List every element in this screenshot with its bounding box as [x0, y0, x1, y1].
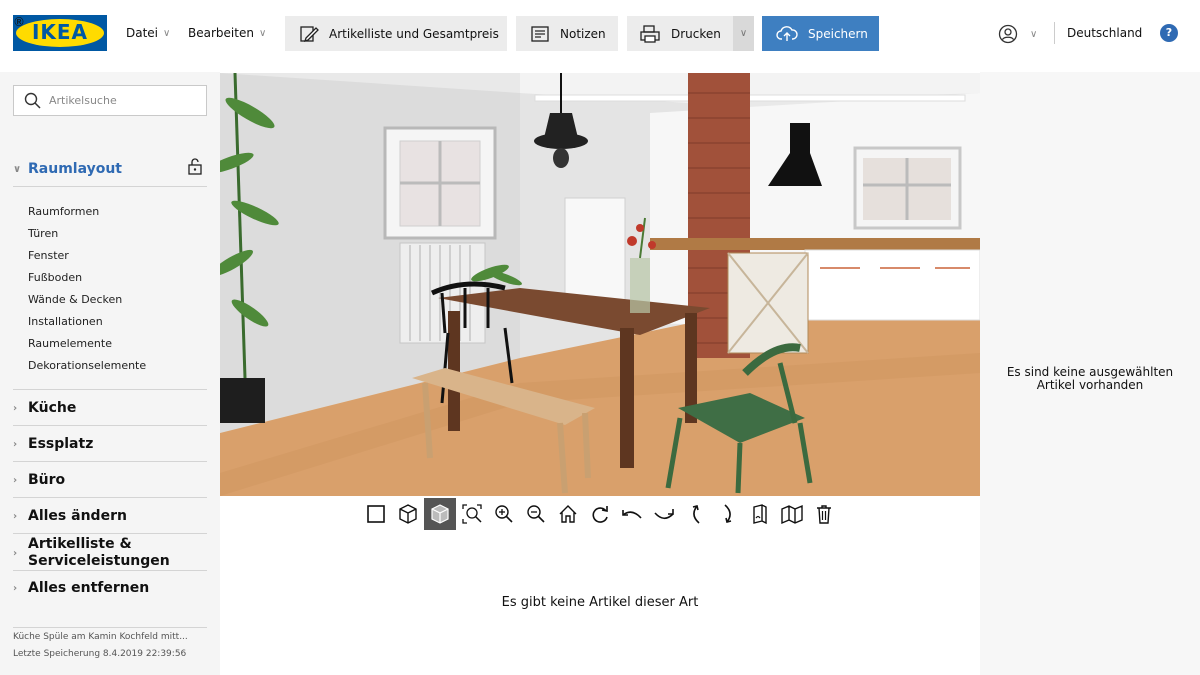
menu-datei[interactable]: Datei ∨	[126, 26, 170, 40]
section-kueche[interactable]: › Küche	[13, 400, 207, 416]
orbit-left-icon[interactable]	[616, 498, 648, 530]
divider	[13, 425, 207, 426]
sidebar-item-tueren[interactable]: Türen	[28, 227, 58, 240]
menu-bearbeiten-label: Bearbeiten	[188, 26, 254, 40]
no-selection-message: Es sind keine ausgewählten Artikel vorha…	[980, 366, 1200, 392]
last-saved: Letzte Speicherung 8.4.2019 22:39:56	[13, 649, 187, 659]
section-essplatz[interactable]: › Essplatz	[13, 436, 207, 452]
view-toolbar	[360, 497, 840, 530]
search-input-placeholder: Artikelsuche	[49, 94, 117, 107]
menu-bearbeiten[interactable]: Bearbeiten ∨	[188, 26, 266, 40]
tilt-up-icon[interactable]	[680, 498, 712, 530]
section-alles-aendern-label: Alles ändern	[28, 508, 127, 524]
3d-view-icon[interactable]	[392, 498, 424, 530]
top-bar: IKEA ® Datei ∨ Bearbeiten ∨ Artikelliste…	[0, 0, 1200, 72]
itemlist-button[interactable]: Artikelliste und Gesamtpreis	[285, 16, 507, 51]
logo-text: IKEA	[31, 20, 89, 44]
print-dropdown-toggle[interactable]: ∨	[733, 16, 754, 51]
sidebar: Artikelsuche ∨ Raumlayout Raumformen Tür…	[0, 72, 220, 675]
chevron-right-icon: ›	[13, 582, 18, 594]
section-essplatz-label: Essplatz	[28, 436, 94, 452]
divider	[13, 627, 207, 628]
section-buero-label: Büro	[28, 472, 66, 488]
chevron-down-icon: ∨	[13, 163, 22, 175]
print-button[interactable]: Drucken	[627, 16, 733, 51]
chevron-down-icon: ∨	[1030, 28, 1038, 40]
trash-icon[interactable]	[808, 498, 840, 530]
sidebar-item-waende-decken[interactable]: Wände & Decken	[28, 293, 122, 306]
country-selector[interactable]: Deutschland	[1067, 26, 1142, 40]
menu-datei-label: Datei	[126, 26, 159, 40]
chevron-right-icon: ›	[13, 438, 18, 450]
search-icon	[24, 92, 41, 109]
section-alles-entfernen-label: Alles entfernen	[28, 580, 150, 596]
room-3d-render	[220, 73, 980, 496]
tilt-down-icon[interactable]	[712, 498, 744, 530]
sidebar-item-fenster[interactable]: Fenster	[28, 249, 69, 262]
notes-button[interactable]: Notizen	[516, 16, 618, 51]
user-icon	[998, 24, 1018, 44]
3d-viewport[interactable]	[220, 73, 980, 496]
itemlist-button-label: Artikelliste und Gesamtpreis	[329, 26, 499, 41]
zoom-in-icon[interactable]	[488, 498, 520, 530]
chevron-down-icon: ∨	[163, 27, 171, 39]
section-alles-entfernen[interactable]: › Alles entfernen	[13, 580, 207, 596]
section-artikelliste-label: Artikelliste & Serviceleistungen	[28, 536, 170, 569]
account-menu[interactable]: ∨	[998, 24, 1037, 44]
zoom-fit-icon[interactable]	[456, 498, 488, 530]
2d-view-icon[interactable]	[360, 498, 392, 530]
country-label: Deutschland	[1067, 26, 1143, 40]
divider	[13, 533, 207, 534]
chevron-right-icon: ›	[13, 402, 18, 414]
search-field[interactable]: Artikelsuche	[13, 85, 207, 116]
header-divider	[1054, 22, 1055, 44]
sidebar-item-fussboden[interactable]: Fußboden	[28, 271, 82, 284]
logo-registered-mark: ®	[13, 15, 25, 29]
divider	[13, 461, 207, 462]
wall-toggle-icon[interactable]	[744, 498, 776, 530]
save-button-label: Speichern	[808, 26, 868, 41]
section-kueche-label: Küche	[28, 400, 77, 416]
section-raumlayout[interactable]: ∨ Raumlayout	[13, 158, 207, 177]
no-selection-line2: Artikel vorhanden	[1036, 378, 1144, 392]
pencil-list-icon	[300, 25, 319, 42]
print-button-label: Drucken	[671, 26, 721, 41]
home-view-icon[interactable]	[552, 498, 584, 530]
notes-button-label: Notizen	[560, 26, 606, 41]
save-button[interactable]: Speichern	[762, 16, 879, 51]
divider	[13, 570, 207, 571]
notes-icon	[531, 25, 549, 42]
orbit-right-icon[interactable]	[648, 498, 680, 530]
help-icon[interactable]: ?	[1160, 24, 1178, 42]
divider	[13, 389, 207, 390]
chevron-down-icon: ∨	[258, 27, 267, 39]
sidebar-item-dekorationselemente[interactable]: Dekorationselemente	[28, 359, 146, 372]
print-icon	[640, 24, 660, 43]
rotate-left-icon[interactable]	[584, 498, 616, 530]
section-buero[interactable]: › Büro	[13, 472, 207, 488]
chevron-right-icon: ›	[13, 474, 18, 486]
chevron-right-icon: ›	[13, 510, 18, 522]
walls-view-icon[interactable]	[776, 498, 808, 530]
3d-solid-view-icon[interactable]	[424, 497, 456, 530]
chevron-down-icon: ∨	[739, 28, 748, 39]
sidebar-item-raumformen[interactable]: Raumformen	[28, 205, 99, 218]
section-artikelliste[interactable]: › Artikelliste & Serviceleistungen	[13, 536, 207, 570]
section-alles-aendern[interactable]: › Alles ändern	[13, 508, 207, 524]
divider	[13, 186, 207, 187]
divider	[13, 497, 207, 498]
cloud-upload-icon	[776, 25, 798, 41]
section-raumlayout-label: Raumlayout	[28, 161, 123, 177]
empty-items-message: Es gibt keine Artikel dieser Art	[501, 595, 699, 610]
zoom-out-icon[interactable]	[520, 498, 552, 530]
project-name: Küche Spüle am Kamin Kochfeld mitt...	[13, 632, 188, 642]
ikea-logo[interactable]: IKEA	[13, 15, 107, 51]
unlock-icon[interactable]	[187, 157, 203, 179]
sidebar-item-raumelemente[interactable]: Raumelemente	[28, 337, 112, 350]
sidebar-item-installationen[interactable]: Installationen	[28, 315, 103, 328]
chevron-right-icon: ›	[13, 547, 18, 559]
selection-panel: Es sind keine ausgewählten Artikel vorha…	[980, 72, 1200, 675]
